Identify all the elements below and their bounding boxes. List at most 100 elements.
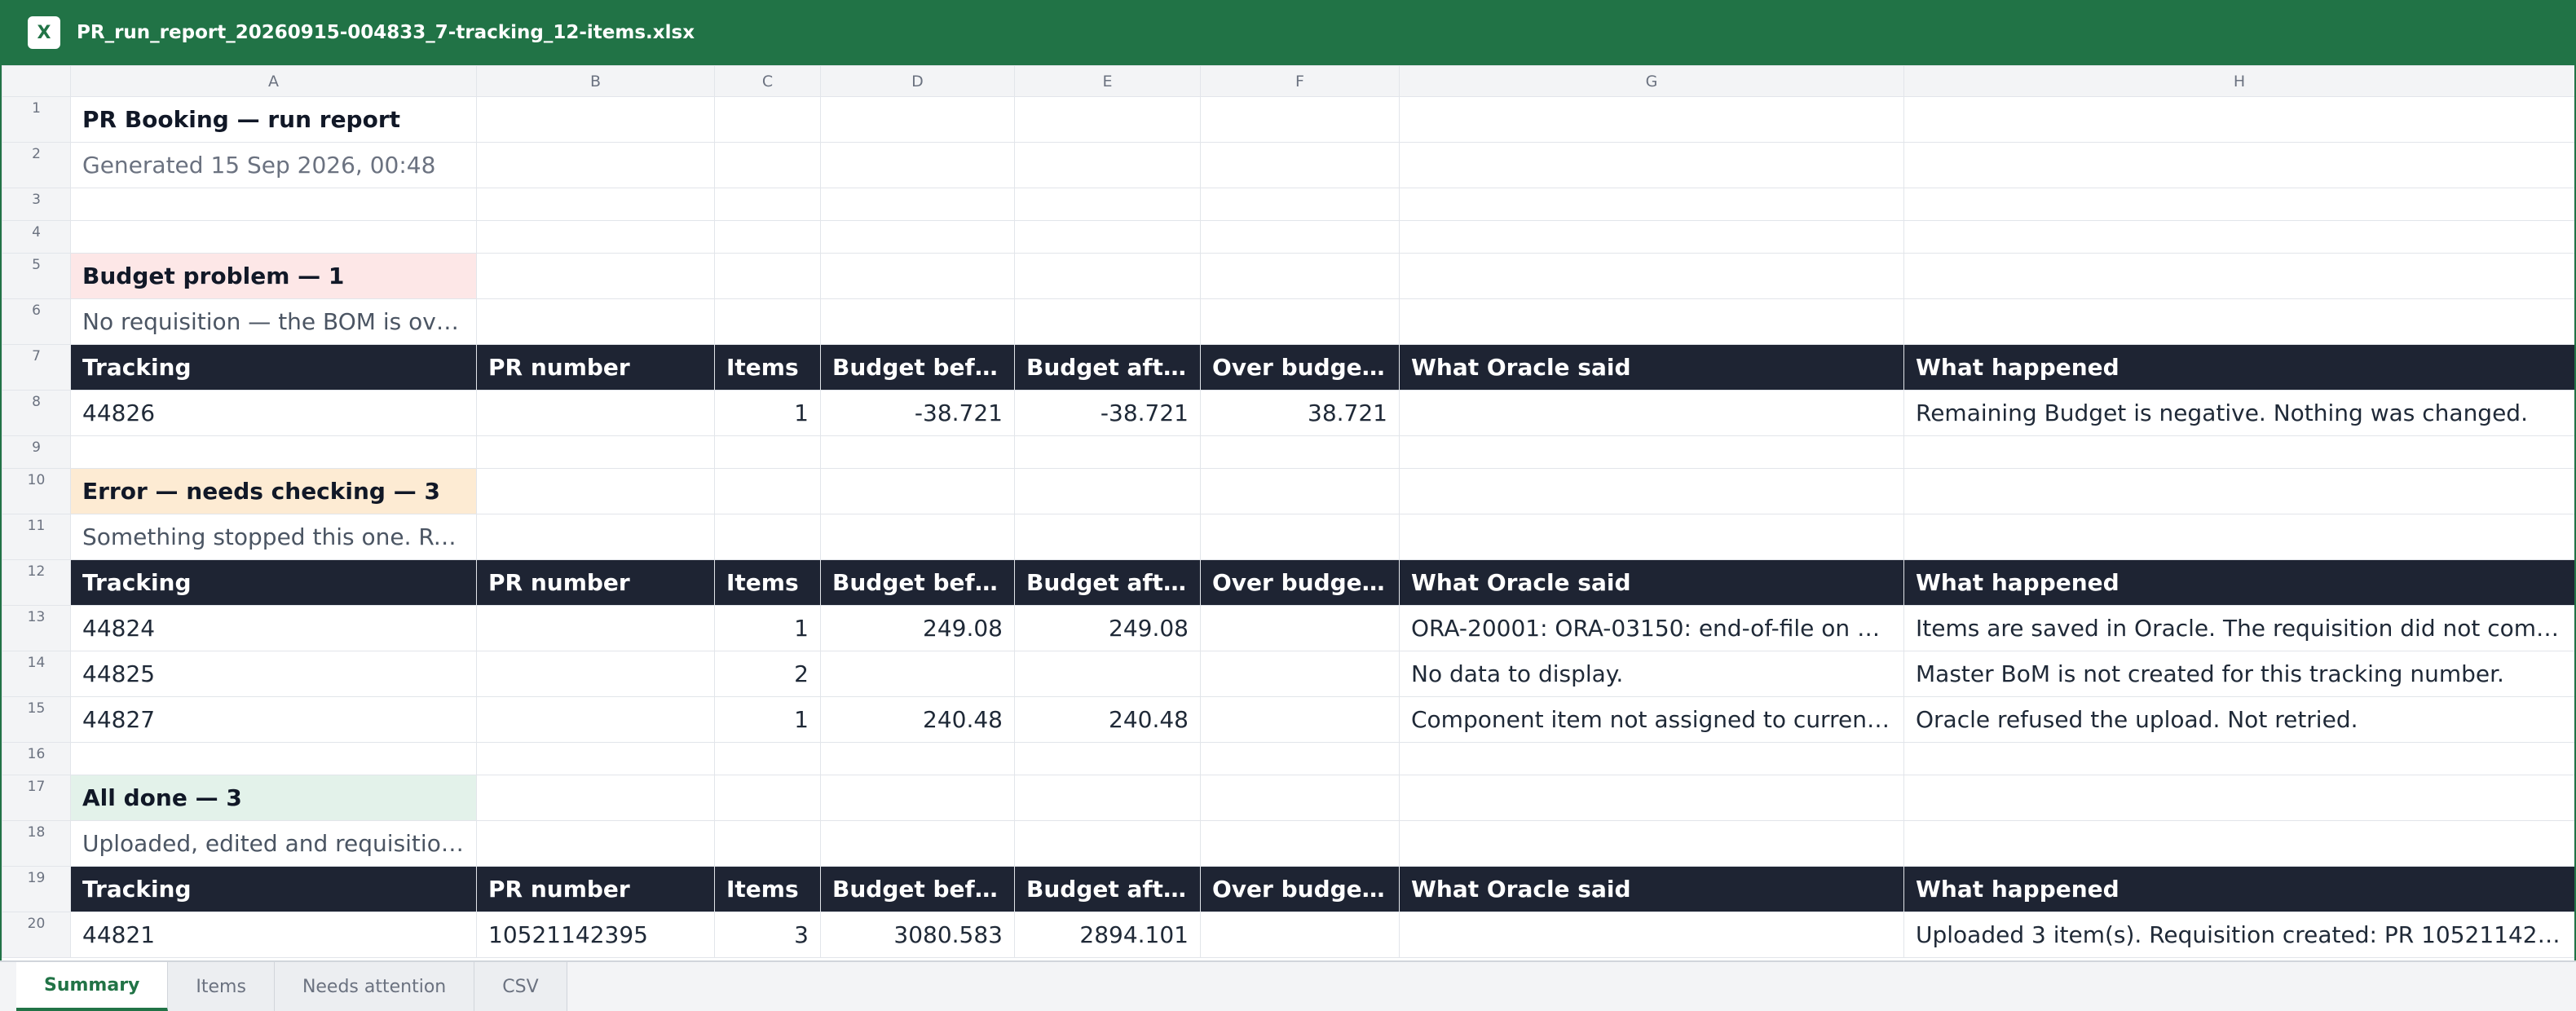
cell[interactable] (70, 220, 477, 254)
header-what-oracle-said[interactable]: What Oracle said (1399, 344, 1904, 391)
tab-needs-attention[interactable]: Needs attention (274, 962, 475, 1011)
row-header[interactable]: 8 (2, 390, 71, 436)
cell-oracle-said[interactable] (1399, 912, 1904, 958)
cell-oracle-said[interactable]: ORA-20001: ORA-03150: end-of-file on com… (1399, 605, 1904, 651)
cell[interactable] (714, 742, 821, 775)
cell[interactable] (1200, 142, 1400, 188)
cell[interactable] (714, 775, 821, 821)
budget-problem-section-label[interactable]: Budget problem — 1 (70, 253, 477, 299)
cell[interactable] (714, 253, 821, 299)
cell[interactable] (1014, 742, 1201, 775)
cell[interactable] (1014, 435, 1201, 469)
cell[interactable] (1200, 220, 1400, 254)
cell[interactable] (714, 298, 821, 345)
cell[interactable] (1903, 188, 2574, 221)
cell[interactable] (1903, 142, 2574, 188)
cell-over-budget-by[interactable] (1200, 696, 1400, 743)
column-header-b[interactable]: B (476, 65, 715, 97)
column-header-g[interactable]: G (1399, 65, 1904, 97)
cell[interactable] (714, 96, 821, 143)
all-done-section-label[interactable]: All done — 3 (70, 775, 477, 821)
row-header[interactable]: 4 (2, 220, 71, 254)
cell[interactable] (1903, 775, 2574, 821)
cell[interactable] (1399, 468, 1904, 514)
header-what-oracle-said[interactable]: What Oracle said (1399, 866, 1904, 912)
row-header[interactable]: 20 (2, 912, 71, 958)
cell[interactable] (1014, 142, 1201, 188)
select-all-corner[interactable] (2, 65, 71, 97)
cell-over-budget-by[interactable] (1200, 912, 1400, 958)
header-budget-before[interactable]: Budget before (820, 344, 1015, 391)
cell-items[interactable]: 2 (714, 651, 821, 697)
header-budget-before[interactable]: Budget before (820, 866, 1015, 912)
generated-date-cell[interactable]: Generated 15 Sep 2026, 00:48 (70, 142, 477, 188)
all-done-description[interactable]: Uploaded, edited and requisitione... (70, 820, 477, 867)
cell-over-budget-by[interactable] (1200, 651, 1400, 697)
cell-budget-after[interactable]: 2894.101 (1014, 912, 1201, 958)
cell-tracking[interactable]: 44824 (70, 605, 477, 651)
cell[interactable] (714, 142, 821, 188)
cell[interactable] (1014, 820, 1201, 867)
tab-items[interactable]: Items (168, 962, 275, 1011)
header-budget-after[interactable]: Budget after (1014, 559, 1201, 606)
cell-budget-after[interactable] (1014, 651, 1201, 697)
cell[interactable] (1903, 514, 2574, 560)
row-header[interactable]: 1 (2, 96, 71, 143)
cell[interactable] (1903, 96, 2574, 143)
cell-over-budget-by[interactable]: 38.721 (1200, 390, 1400, 436)
cell[interactable] (1399, 96, 1904, 143)
cell-pr-number[interactable] (476, 696, 715, 743)
tab-csv[interactable]: CSV (474, 962, 567, 1011)
cell[interactable] (820, 298, 1015, 345)
header-what-happened[interactable]: What happened (1903, 559, 2574, 606)
cell[interactable] (1200, 298, 1400, 345)
cell[interactable] (1903, 253, 2574, 299)
cell-items[interactable]: 1 (714, 696, 821, 743)
row-header[interactable]: 18 (2, 820, 71, 867)
row-header[interactable]: 11 (2, 514, 71, 560)
cell[interactable] (1014, 220, 1201, 254)
cell-budget-before[interactable] (820, 651, 1015, 697)
column-header-f[interactable]: F (1200, 65, 1400, 97)
cell[interactable] (714, 468, 821, 514)
cell-pr-number[interactable] (476, 390, 715, 436)
cell[interactable] (476, 775, 715, 821)
budget-problem-description[interactable]: No requisition — the BOM is over ... (70, 298, 477, 345)
header-tracking[interactable]: Tracking (70, 559, 477, 606)
header-budget-before[interactable]: Budget before (820, 559, 1015, 606)
cell[interactable] (714, 820, 821, 867)
cell[interactable] (1399, 188, 1904, 221)
cell-budget-before[interactable]: 249.08 (820, 605, 1015, 651)
cell[interactable] (820, 435, 1015, 469)
row-header[interactable]: 13 (2, 605, 71, 651)
cell[interactable] (476, 253, 715, 299)
cell[interactable] (820, 96, 1015, 143)
cell[interactable] (476, 468, 715, 514)
header-items[interactable]: Items (714, 559, 821, 606)
header-budget-after[interactable]: Budget after (1014, 866, 1201, 912)
cell[interactable] (1014, 96, 1201, 143)
cell[interactable] (1200, 775, 1400, 821)
header-what-happened[interactable]: What happened (1903, 866, 2574, 912)
row-header[interactable]: 3 (2, 188, 71, 221)
cell[interactable] (1903, 820, 2574, 867)
cell-what-happened[interactable]: Master BoM is not created for this track… (1903, 651, 2574, 697)
row-header[interactable]: 14 (2, 651, 71, 697)
cell-budget-before[interactable]: -38.721 (820, 390, 1015, 436)
header-tracking[interactable]: Tracking (70, 866, 477, 912)
cell-pr-number[interactable] (476, 605, 715, 651)
row-header[interactable]: 17 (2, 775, 71, 821)
cell[interactable] (1399, 514, 1904, 560)
cell[interactable] (1014, 188, 1201, 221)
cell[interactable] (820, 142, 1015, 188)
column-header-e[interactable]: E (1014, 65, 1201, 97)
header-over-budget-by[interactable]: Over budget by (1200, 344, 1400, 391)
error-description[interactable]: Something stopped this one. Read... (70, 514, 477, 560)
header-over-budget-by[interactable]: Over budget by (1200, 866, 1400, 912)
row-header[interactable]: 2 (2, 142, 71, 188)
cell[interactable] (1200, 468, 1400, 514)
header-pr-number[interactable]: PR number (476, 866, 715, 912)
cell[interactable] (714, 220, 821, 254)
header-tracking[interactable]: Tracking (70, 344, 477, 391)
header-what-happened[interactable]: What happened (1903, 344, 2574, 391)
